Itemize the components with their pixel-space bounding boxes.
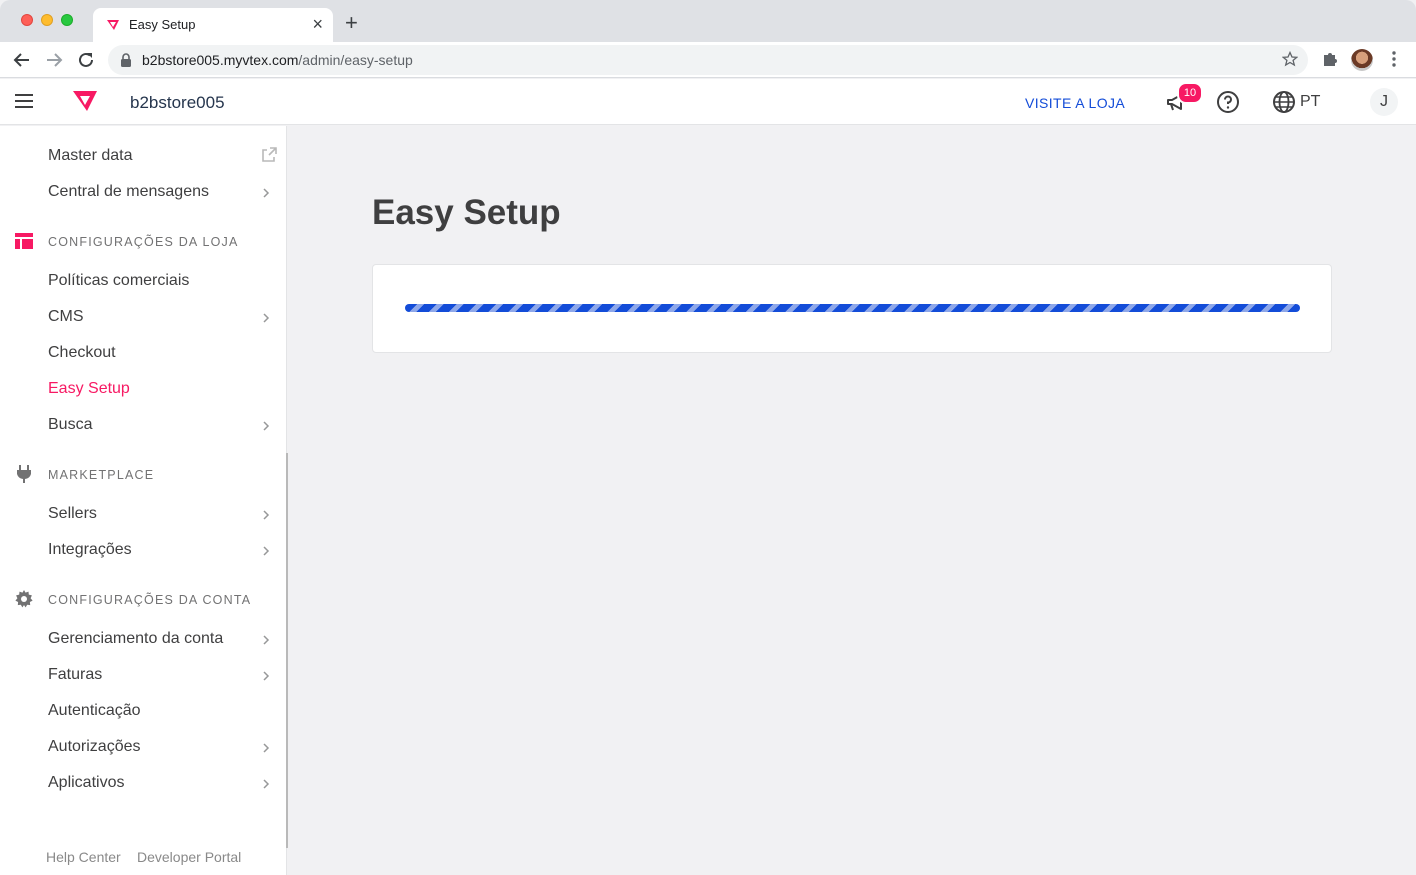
sidebar-item-integracoes[interactable]: Integrações [48, 541, 132, 559]
gear-icon [15, 590, 33, 608]
sidebar-item-autenticacao[interactable]: Autenticação [48, 702, 141, 720]
loading-progress-bar [405, 304, 1300, 312]
progress-bar-stripes [405, 304, 1300, 312]
chevron-right-icon [263, 421, 270, 431]
chevron-right-icon [263, 546, 270, 556]
sidebar-scrollbar[interactable] [286, 453, 288, 848]
external-link-icon[interactable] [261, 146, 278, 163]
chevron-right-icon [263, 743, 270, 753]
chevron-right-icon [263, 635, 270, 645]
sidebar-item-master-data[interactable]: Master data [48, 147, 132, 165]
store-layout-icon [15, 233, 33, 249]
sidebar-item-central-de-mensagens[interactable]: Central de mensagens [48, 183, 209, 201]
forward-icon[interactable] [43, 49, 65, 71]
sidebar-item-autorizacoes[interactable]: Autorizações [48, 738, 141, 756]
sidebar-item-gerenciamento-da-conta[interactable]: Gerenciamento da conta [48, 630, 223, 648]
chevron-right-icon [263, 779, 270, 789]
chevron-right-icon [263, 188, 270, 198]
reload-icon[interactable] [75, 49, 97, 71]
help-center-link[interactable]: Help Center [46, 849, 121, 865]
url-text: b2bstore005.myvtex.com/admin/easy-setup [142, 52, 413, 68]
browser-tab[interactable]: Easy Setup × [93, 8, 333, 42]
plug-icon [17, 465, 31, 483]
browser-menu-icon[interactable] [1389, 50, 1399, 68]
chevron-right-icon [263, 313, 270, 323]
loading-card [372, 264, 1332, 353]
maximize-window-button[interactable] [61, 14, 73, 26]
back-icon[interactable] [11, 49, 33, 71]
lock-icon [121, 53, 131, 67]
developer-portal-link[interactable]: Developer Portal [137, 849, 241, 865]
page-title: Easy Setup [372, 193, 561, 232]
user-avatar[interactable]: J [1370, 88, 1398, 116]
sidebar-item-sellers[interactable]: Sellers [48, 505, 97, 523]
address-bar[interactable]: b2bstore005.myvtex.com/admin/easy-setup [108, 45, 1308, 75]
visit-store-link[interactable]: VISITE A LOJA [1025, 95, 1125, 111]
browser-profile-avatar[interactable] [1351, 49, 1373, 71]
sidebar-item-cms[interactable]: CMS [48, 308, 84, 326]
sidebar-nav: Master data Central de mensagens CONFIGU… [0, 126, 287, 875]
store-name: b2bstore005 [130, 93, 225, 112]
section-title-configuracoes-da-conta: CONFIGURAÇÕES DA CONTA [48, 593, 252, 607]
notification-badge: 10 [1177, 82, 1203, 104]
help-icon[interactable] [1216, 90, 1240, 114]
tab-close-icon[interactable]: × [312, 14, 323, 34]
browser-toolbar: b2bstore005.myvtex.com/admin/easy-setup [0, 42, 1416, 78]
sidebar-item-checkout[interactable]: Checkout [48, 344, 116, 362]
chevron-right-icon [263, 671, 270, 681]
sidebar-item-busca[interactable]: Busca [48, 416, 92, 434]
new-tab-button[interactable]: + [345, 11, 358, 35]
vtex-favicon-icon [107, 20, 119, 30]
globe-language-icon[interactable] [1272, 90, 1296, 114]
sidebar-item-faturas[interactable]: Faturas [48, 666, 102, 684]
close-window-button[interactable] [21, 14, 33, 26]
section-title-configuracoes-da-loja: CONFIGURAÇÕES DA LOJA [48, 235, 239, 249]
language-selector[interactable]: PT [1300, 93, 1320, 111]
chevron-right-icon [263, 510, 270, 520]
minimize-window-button[interactable] [41, 14, 53, 26]
bookmark-star-icon[interactable] [1282, 51, 1298, 67]
extensions-puzzle-icon[interactable] [1321, 50, 1339, 68]
sidebar-item-easy-setup[interactable]: Easy Setup [48, 380, 130, 398]
menu-hamburger-icon[interactable] [15, 94, 33, 108]
section-title-marketplace: MARKETPLACE [48, 468, 155, 482]
vtex-logo-icon[interactable] [72, 90, 98, 112]
sidebar-item-aplicativos[interactable]: Aplicativos [48, 774, 124, 792]
admin-header: b2bstore005 VISITE A LOJA 10 PT J [0, 79, 1416, 125]
browser-tab-bar: Easy Setup × + [0, 0, 1416, 42]
sidebar-item-politicas-comerciais[interactable]: Políticas comerciais [48, 272, 189, 290]
tab-title: Easy Setup [129, 17, 196, 32]
